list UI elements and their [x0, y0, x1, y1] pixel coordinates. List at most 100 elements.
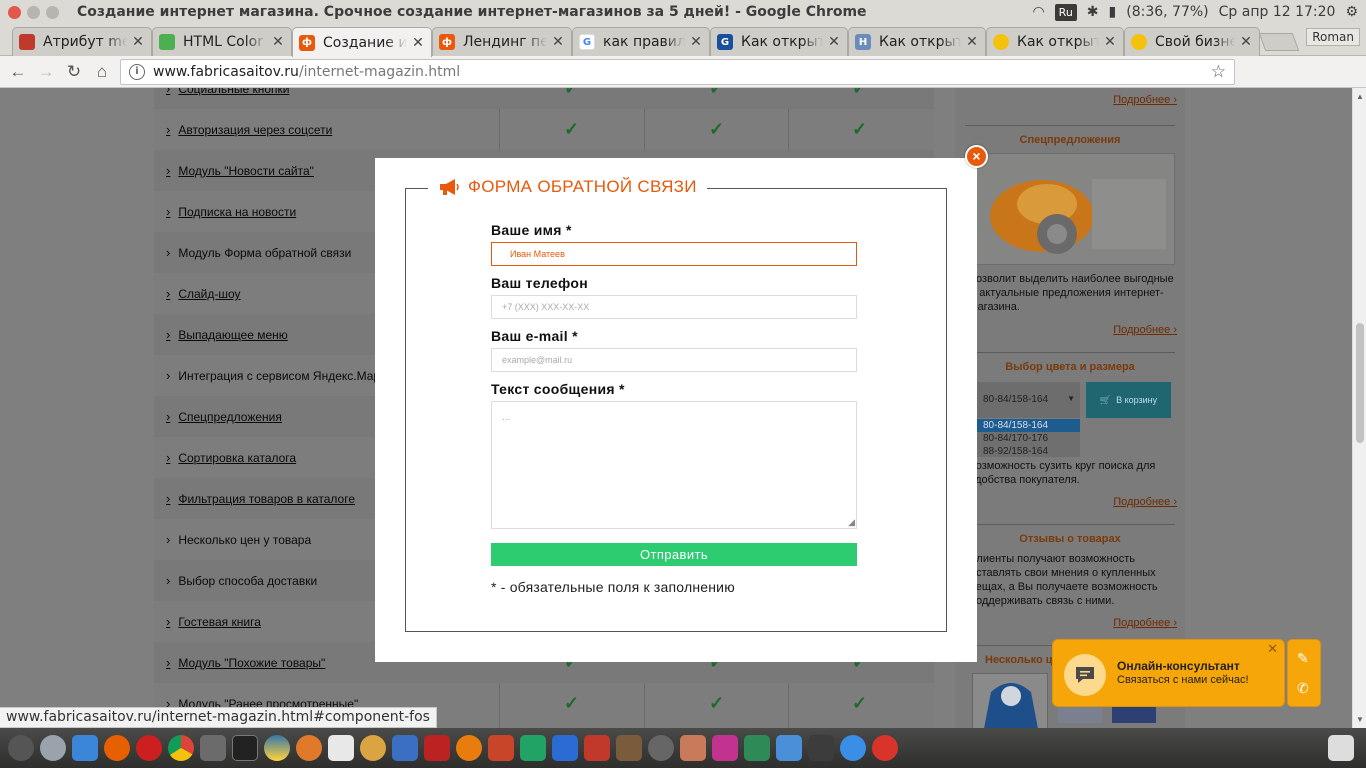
- size-option[interactable]: 88-92/158-164: [977, 445, 1080, 457]
- tab-close-icon[interactable]: ✕: [689, 34, 703, 50]
- size-option[interactable]: 80-84/158-164: [977, 419, 1080, 432]
- tab-close-icon[interactable]: ✕: [1103, 34, 1117, 50]
- app-icon[interactable]: [488, 735, 514, 761]
- name-field[interactable]: Иван Матеев: [491, 242, 857, 266]
- image-viewer-icon[interactable]: [744, 735, 770, 761]
- feature-label[interactable]: Социальные кнопки: [166, 88, 289, 96]
- tab-2[interactable]: HTML Color Codes ✕: [152, 27, 292, 56]
- tab-9[interactable]: Свой бизнес ✕: [1124, 27, 1260, 56]
- edit-message-icon[interactable]: ✎: [1297, 650, 1309, 667]
- more-link[interactable]: Подробнее ›: [1113, 94, 1177, 106]
- calculator-icon[interactable]: [616, 735, 642, 761]
- screenshot-tool-icon[interactable]: [200, 735, 226, 761]
- close-window-icon[interactable]: [8, 5, 21, 19]
- battery-status[interactable]: (8:36, 77%): [1126, 4, 1208, 20]
- feature-label[interactable]: Гостевая книга: [166, 614, 261, 629]
- phone-field[interactable]: +7 (XXX) XXX-XX-XX: [491, 295, 857, 319]
- new-tab-button[interactable]: [1258, 33, 1300, 51]
- filezilla-icon[interactable]: [424, 735, 450, 761]
- blender-icon[interactable]: [456, 735, 482, 761]
- feature-label[interactable]: Фильтрация товаров в каталоге: [166, 491, 355, 506]
- launcher-icon[interactable]: [8, 735, 34, 761]
- size-option[interactable]: 80-84/170-176: [977, 432, 1080, 445]
- resize-handle-icon[interactable]: ◢: [848, 517, 855, 528]
- upload-icon[interactable]: [872, 735, 898, 761]
- spreadsheet-icon[interactable]: [520, 735, 546, 761]
- tab-1[interactable]: Атрибут method ✕: [12, 27, 152, 56]
- download-icon[interactable]: [840, 735, 866, 761]
- tab-3-active[interactable]: ф Создание интернет ✕: [292, 27, 432, 57]
- back-icon[interactable]: ←: [4, 62, 32, 82]
- puzzle-app-icon[interactable]: [712, 735, 738, 761]
- tab-close-icon[interactable]: ✕: [827, 34, 841, 50]
- chat-close-icon[interactable]: ✕: [1267, 641, 1278, 657]
- feature-label[interactable]: Авторизация через соцсети: [166, 122, 332, 137]
- python-icon[interactable]: [264, 735, 290, 761]
- more-link[interactable]: Подробнее ›: [1113, 324, 1177, 336]
- battery-icon[interactable]: ▮: [1109, 4, 1117, 20]
- email-field[interactable]: example@mail.ru: [491, 348, 857, 372]
- settings-gear-icon[interactable]: ⚙: [1345, 4, 1358, 20]
- terminal-icon[interactable]: [232, 735, 258, 761]
- scrollbar-thumb[interactable]: [1356, 323, 1364, 443]
- feature-label[interactable]: Сортировка каталога: [166, 450, 296, 465]
- wifi-icon[interactable]: ◠: [1032, 4, 1044, 20]
- page-scrollbar[interactable]: ▲ ▼: [1352, 88, 1366, 728]
- tab-6[interactable]: G Как открыть ✕: [710, 27, 848, 56]
- add-to-cart-button[interactable]: 🛒 В корзину: [1086, 382, 1171, 418]
- more-link[interactable]: Подробнее ›: [1113, 617, 1177, 629]
- home-icon[interactable]: ⌂: [88, 62, 116, 82]
- tab-close-icon[interactable]: ✕: [131, 34, 145, 50]
- document-viewer-icon[interactable]: [328, 735, 354, 761]
- finder-icon[interactable]: [72, 735, 98, 761]
- phone-call-icon[interactable]: ✆: [1297, 680, 1309, 697]
- clock[interactable]: Ср апр 12 17:20: [1219, 4, 1336, 20]
- cat-app-icon[interactable]: [296, 735, 322, 761]
- tab-close-icon[interactable]: ✕: [411, 35, 425, 51]
- feature-label[interactable]: Спецпредложения: [166, 409, 282, 424]
- maximize-window-icon[interactable]: [46, 5, 59, 19]
- size-select[interactable]: 80-84/158-164 ▼: [977, 382, 1080, 418]
- minimize-window-icon[interactable]: [27, 5, 40, 19]
- reload-icon[interactable]: ↻: [60, 62, 88, 82]
- keyboard-layout[interactable]: Ru: [1054, 3, 1077, 21]
- code-editor-icon[interactable]: [392, 735, 418, 761]
- tab-5[interactable]: G как правильно ✕: [572, 27, 710, 56]
- tab-close-icon[interactable]: ✕: [271, 34, 285, 50]
- writer-icon[interactable]: [552, 735, 578, 761]
- size-dropdown-list[interactable]: 80-84/158-164 80-84/170-176 88-92/158-16…: [977, 419, 1080, 457]
- bluetooth-icon[interactable]: ✱: [1087, 4, 1099, 20]
- opera-icon[interactable]: [136, 735, 162, 761]
- tab-8[interactable]: Как открыть ✕: [986, 27, 1124, 56]
- gimp-icon[interactable]: [360, 735, 386, 761]
- trash-icon[interactable]: [1328, 735, 1354, 761]
- tab-4[interactable]: ф Лендинг пейдж ✕: [432, 27, 572, 56]
- info-icon[interactable]: i: [129, 64, 145, 80]
- feature-label[interactable]: Слайд-шоу: [166, 286, 240, 301]
- mail-icon[interactable]: [680, 735, 706, 761]
- tab-close-icon[interactable]: ✕: [551, 34, 565, 50]
- feature-label[interactable]: Подписка на новости: [166, 204, 296, 219]
- forward-icon[interactable]: →: [32, 62, 60, 82]
- feature-label[interactable]: Модуль "Похожие товары": [166, 655, 325, 670]
- tab-close-icon[interactable]: ✕: [965, 34, 979, 50]
- tab-7[interactable]: H Как открыть ✕: [848, 27, 986, 56]
- profile-button[interactable]: Roman: [1306, 28, 1360, 46]
- submit-button[interactable]: Отправить: [491, 543, 857, 566]
- scroll-down-icon[interactable]: ▼: [1356, 715, 1364, 724]
- firefox-icon[interactable]: [104, 735, 130, 761]
- presentation-icon[interactable]: [584, 735, 610, 761]
- close-app-icon[interactable]: [808, 735, 834, 761]
- chrome-icon[interactable]: [168, 735, 194, 761]
- folder-icon[interactable]: [776, 735, 802, 761]
- feature-label[interactable]: Модуль "Новости сайта": [166, 163, 314, 178]
- online-consultant-widget[interactable]: Онлайн-консультант Связаться с нами сейч…: [1052, 639, 1285, 707]
- modal-close-icon[interactable]: ×: [965, 145, 988, 168]
- address-bar[interactable]: i www.fabricasaitov.ru/internet-magazin.…: [120, 59, 1235, 85]
- more-link[interactable]: Подробнее ›: [1113, 496, 1177, 508]
- tab-close-icon[interactable]: ✕: [1239, 34, 1253, 50]
- bookmark-star-icon[interactable]: ☆: [1211, 62, 1226, 82]
- message-textarea[interactable]: ... ◢: [491, 401, 857, 529]
- system-settings-icon[interactable]: [40, 735, 66, 761]
- feature-label[interactable]: Выпадающее меню: [166, 327, 287, 342]
